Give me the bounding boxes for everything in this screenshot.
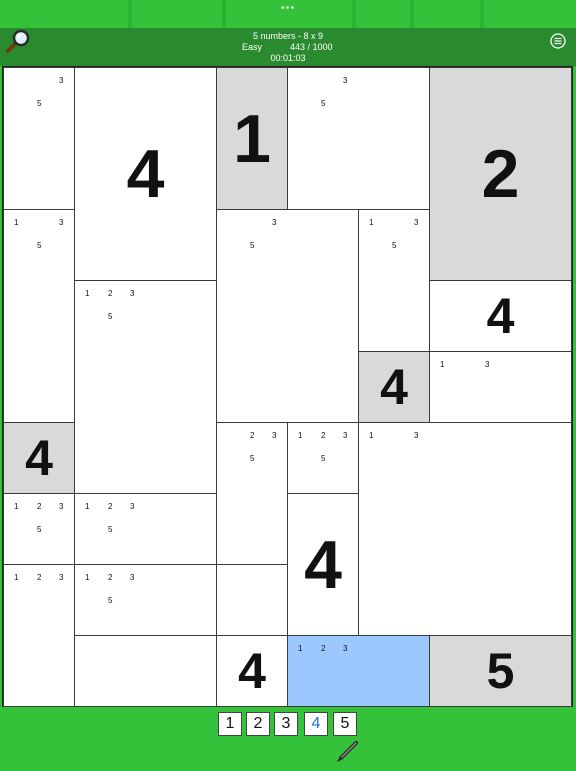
cell-value: 4 bbox=[380, 359, 408, 415]
pencil-marks: 35 bbox=[37, 76, 64, 108]
cell-r7c4[interactable] bbox=[216, 564, 288, 636]
pencil-marks: 1235 bbox=[85, 502, 135, 534]
cell-r5c4[interactable]: 235 bbox=[216, 422, 288, 565]
cell-r7c2[interactable]: 1235 bbox=[74, 564, 217, 636]
cell-r4c7[interactable]: 13 bbox=[429, 351, 572, 423]
pencil-marks: 1235 bbox=[14, 502, 64, 534]
cell-r8c2[interactable] bbox=[74, 635, 217, 707]
puzzle-title: 5 numbers - 8 x 9 bbox=[252, 31, 324, 41]
pencil-marks: 13 bbox=[440, 360, 490, 369]
cell-r1c4: 1 bbox=[216, 67, 288, 210]
cell-r8c5-selected[interactable]: 123 bbox=[287, 635, 430, 707]
pencil-marks: 123 bbox=[14, 573, 64, 582]
timer: 00:01:03 bbox=[270, 53, 306, 63]
cell-value: 4 bbox=[238, 643, 266, 699]
cell-r1c5[interactable]: 35 bbox=[287, 67, 430, 210]
cell-value: 1 bbox=[233, 100, 271, 177]
cell-r7c1[interactable]: 123 bbox=[3, 564, 75, 707]
cell-r6c5[interactable]: 4 bbox=[287, 493, 359, 636]
cell-r4c6: 4 bbox=[358, 351, 430, 423]
cell-value: 4 bbox=[304, 526, 342, 603]
cell-r5c6[interactable]: 13 bbox=[358, 422, 572, 636]
pencil-marks: 1235 bbox=[298, 431, 348, 463]
number-button-4[interactable]: 4 bbox=[304, 712, 328, 736]
cell-value: 4 bbox=[126, 136, 165, 212]
cell-r1c2[interactable]: 4 bbox=[74, 67, 217, 281]
difficulty-label: Easy bbox=[242, 42, 263, 52]
pencil-marks: 135 bbox=[14, 218, 64, 250]
number-button-5[interactable]: 5 bbox=[333, 712, 357, 736]
cell-value: 2 bbox=[481, 136, 520, 212]
cell-value: 5 bbox=[486, 643, 515, 699]
cell-r3c2[interactable]: 1235 bbox=[74, 280, 217, 494]
pencil-marks: 123 bbox=[298, 644, 348, 653]
puzzle-board: 35 4 1 35 2 135 35 135 1235 4 4 1 3 4 2 … bbox=[2, 66, 573, 708]
cell-r8c4[interactable]: 4 bbox=[216, 635, 288, 707]
cell-value: 4 bbox=[25, 430, 53, 486]
pencil-marks: 1235 bbox=[85, 289, 135, 321]
number-button-3[interactable]: 3 bbox=[274, 712, 298, 736]
header-bar: 5 numbers - 8 x 9 Easy 443 / 1000 00:01:… bbox=[0, 28, 576, 66]
number-button-2[interactable]: 2 bbox=[246, 712, 270, 736]
hamburger-menu-icon[interactable] bbox=[550, 33, 566, 49]
cell-value: 4 bbox=[486, 288, 515, 344]
cell-r2c4[interactable]: 35 bbox=[216, 209, 359, 423]
number-button-1[interactable]: 1 bbox=[218, 712, 242, 736]
pencil-marks: 35 bbox=[321, 76, 348, 108]
cell-r2c6[interactable]: 135 bbox=[358, 209, 430, 352]
cell-r5c5[interactable]: 1235 bbox=[287, 422, 359, 494]
cell-r6c1[interactable]: 1235 bbox=[3, 493, 75, 565]
puzzle-progress: 443 / 1000 bbox=[290, 42, 333, 52]
pencil-marks: 235 bbox=[250, 431, 277, 463]
cell-r2c1[interactable]: 135 bbox=[3, 209, 75, 423]
cell-r3c7[interactable]: 4 bbox=[429, 280, 572, 352]
pencil-marks bbox=[75, 636, 146, 681]
pencil-marks: 135 bbox=[369, 218, 419, 250]
pencil-marks: 35 bbox=[250, 218, 277, 250]
cell-r6c2[interactable]: 1235 bbox=[74, 493, 217, 565]
top-dots: ••• bbox=[280, 2, 296, 14]
pencil-marks: 1235 bbox=[85, 573, 135, 605]
cell-r5c1: 4 bbox=[3, 422, 75, 494]
cell-r8c7: 5 bbox=[429, 635, 572, 707]
magnifier-icon[interactable] bbox=[4, 29, 32, 55]
cell-r1c7: 2 bbox=[429, 67, 572, 281]
pencil-icon[interactable] bbox=[334, 740, 360, 766]
cell-r1c1[interactable]: 35 bbox=[3, 67, 75, 210]
pencil-marks: 13 bbox=[369, 431, 419, 440]
